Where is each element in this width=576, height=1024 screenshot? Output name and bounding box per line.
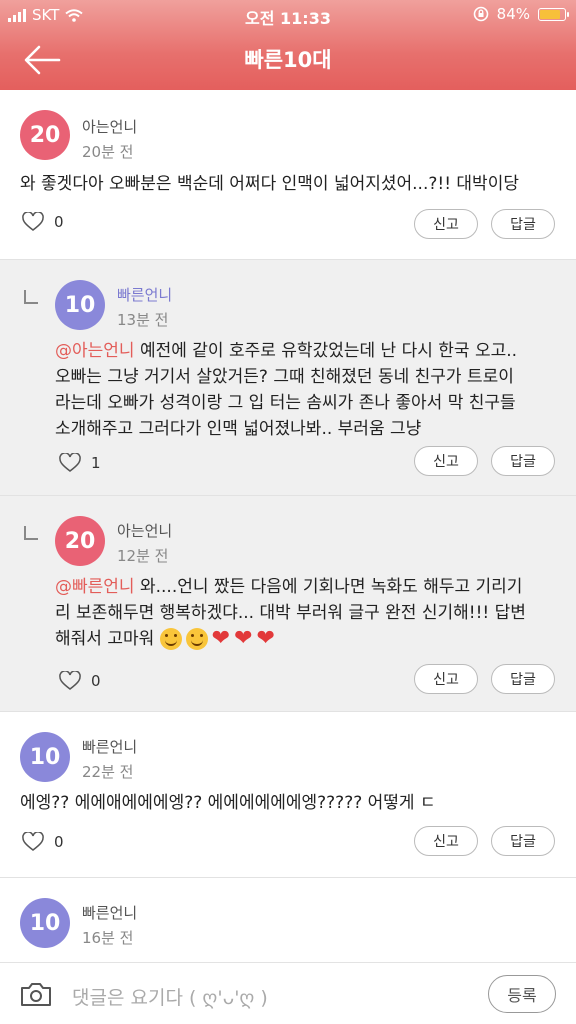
battery-percent: 84% — [496, 5, 530, 23]
reply-button[interactable]: 답글 — [491, 209, 555, 239]
like-button[interactable]: 0 — [22, 212, 64, 232]
heart-outline-icon — [22, 212, 44, 231]
comment-text: @빠른언니 와....언니 짰든 다음에 기회나면 녹화도 해두고 기리기 리 … — [55, 577, 526, 651]
red-heart-emoji-icon: ❤ — [256, 626, 275, 651]
red-heart-emoji-icon: ❤ — [234, 626, 253, 651]
reply-comment-item: 20 아는언니 12분 전 @빠른언니 와....언니 짰든 다음에 기회나면 … — [0, 496, 576, 712]
reply-indent-icon — [24, 526, 38, 540]
comment-time: 16분 전 — [82, 929, 134, 947]
comment-item: 10 빠른언니 16분 전 — [0, 878, 576, 968]
avatar: 20 — [20, 110, 70, 160]
heart-outline-icon — [59, 671, 81, 690]
comment-author: 빠른언니 — [82, 904, 138, 922]
like-count: 0 — [54, 833, 64, 851]
comment-item: 20 아는언니 20분 전 와 좋겟다아 오빠분은 백순데 어쩌다 인맥이 넓어… — [0, 90, 576, 260]
battery-icon — [538, 7, 569, 21]
heart-outline-icon — [22, 832, 44, 851]
avatar: 10 — [20, 732, 70, 782]
heart-outline-icon — [59, 453, 81, 472]
red-heart-emoji-icon: ❤ — [211, 626, 231, 651]
comment-input[interactable]: 댓글은 요기다 ( ღ'ᴗ'ღ ) — [72, 983, 268, 1010]
comment-time: 13분 전 — [117, 311, 169, 329]
comment-author: 빠른언니 — [82, 738, 138, 756]
submit-button[interactable]: 등록 — [488, 975, 556, 1013]
reply-button[interactable]: 답글 — [491, 826, 555, 856]
status-bar: SKT 오전 11:33 84% — [0, 0, 576, 30]
report-button[interactable]: 신고 — [414, 446, 478, 476]
navigation-bar: 빠른10대 — [0, 30, 576, 90]
comment-input-bar: 댓글은 요기다 ( ღ'ᴗ'ღ ) 등록 — [0, 962, 576, 1024]
comment-author: 아는언니 — [82, 118, 138, 136]
like-button[interactable]: 0 — [22, 832, 64, 852]
comment-item: 10 빠른언니 22분 전 에엥?? 에에애에에에엥?? 에에에에에에엥????… — [0, 712, 576, 878]
reply-comment-item: 10 빠른언니 13분 전 @아는언니 예전에 같이 호주로 유학갔었는데 난 … — [0, 260, 576, 496]
status-right: 84% — [473, 5, 569, 23]
like-count: 1 — [91, 454, 101, 472]
like-button[interactable]: 1 — [59, 453, 101, 473]
page-title: 빠른10대 — [244, 48, 332, 72]
comment-text: @아는언니 예전에 같이 호주로 유학갔었는데 난 다시 한국 오고.. 오빠는… — [55, 341, 518, 439]
reply-button[interactable]: 답글 — [491, 664, 555, 694]
lock-rotation-icon — [473, 6, 488, 22]
avatar: 10 — [55, 280, 105, 330]
comment-text: 와 좋겟다아 오빠분은 백순데 어쩌다 인맥이 넓어지셨어...?!! 대박이당 — [20, 174, 519, 194]
reply-button[interactable]: 답글 — [491, 446, 555, 476]
mention-link[interactable]: @아는언니 — [55, 341, 135, 361]
smiling-face-emoji-icon — [185, 628, 208, 650]
smiling-face-emoji-icon — [159, 628, 182, 650]
avatar: 20 — [55, 516, 105, 566]
top-bar: SKT 오전 11:33 84% 빠른10대 — [0, 0, 576, 90]
comment-author: 아는언니 — [117, 522, 173, 540]
like-count: 0 — [91, 672, 101, 690]
report-button[interactable]: 신고 — [414, 209, 478, 239]
like-button[interactable]: 0 — [59, 671, 101, 691]
avatar: 10 — [20, 898, 70, 948]
comment-list: 20 아는언니 20분 전 와 좋겟다아 오빠분은 백순데 어쩌다 인맥이 넓어… — [0, 90, 576, 968]
comment-author: 빠른언니 — [117, 286, 173, 304]
report-button[interactable]: 신고 — [414, 664, 478, 694]
camera-icon[interactable] — [20, 981, 52, 1007]
comment-time: 12분 전 — [117, 547, 169, 565]
emoji-group: ❤ ❤ ❤ — [159, 626, 275, 651]
mention-link[interactable]: @빠른언니 — [55, 577, 135, 597]
like-count: 0 — [54, 213, 64, 231]
report-button[interactable]: 신고 — [414, 826, 478, 856]
reply-indent-icon — [24, 290, 38, 304]
comment-time: 22분 전 — [82, 763, 134, 781]
comment-time: 20분 전 — [82, 143, 134, 161]
comment-text: 에엥?? 에에애에에에엥?? 에에에에에에엥????? 어떻게 ㄷ — [20, 793, 436, 813]
